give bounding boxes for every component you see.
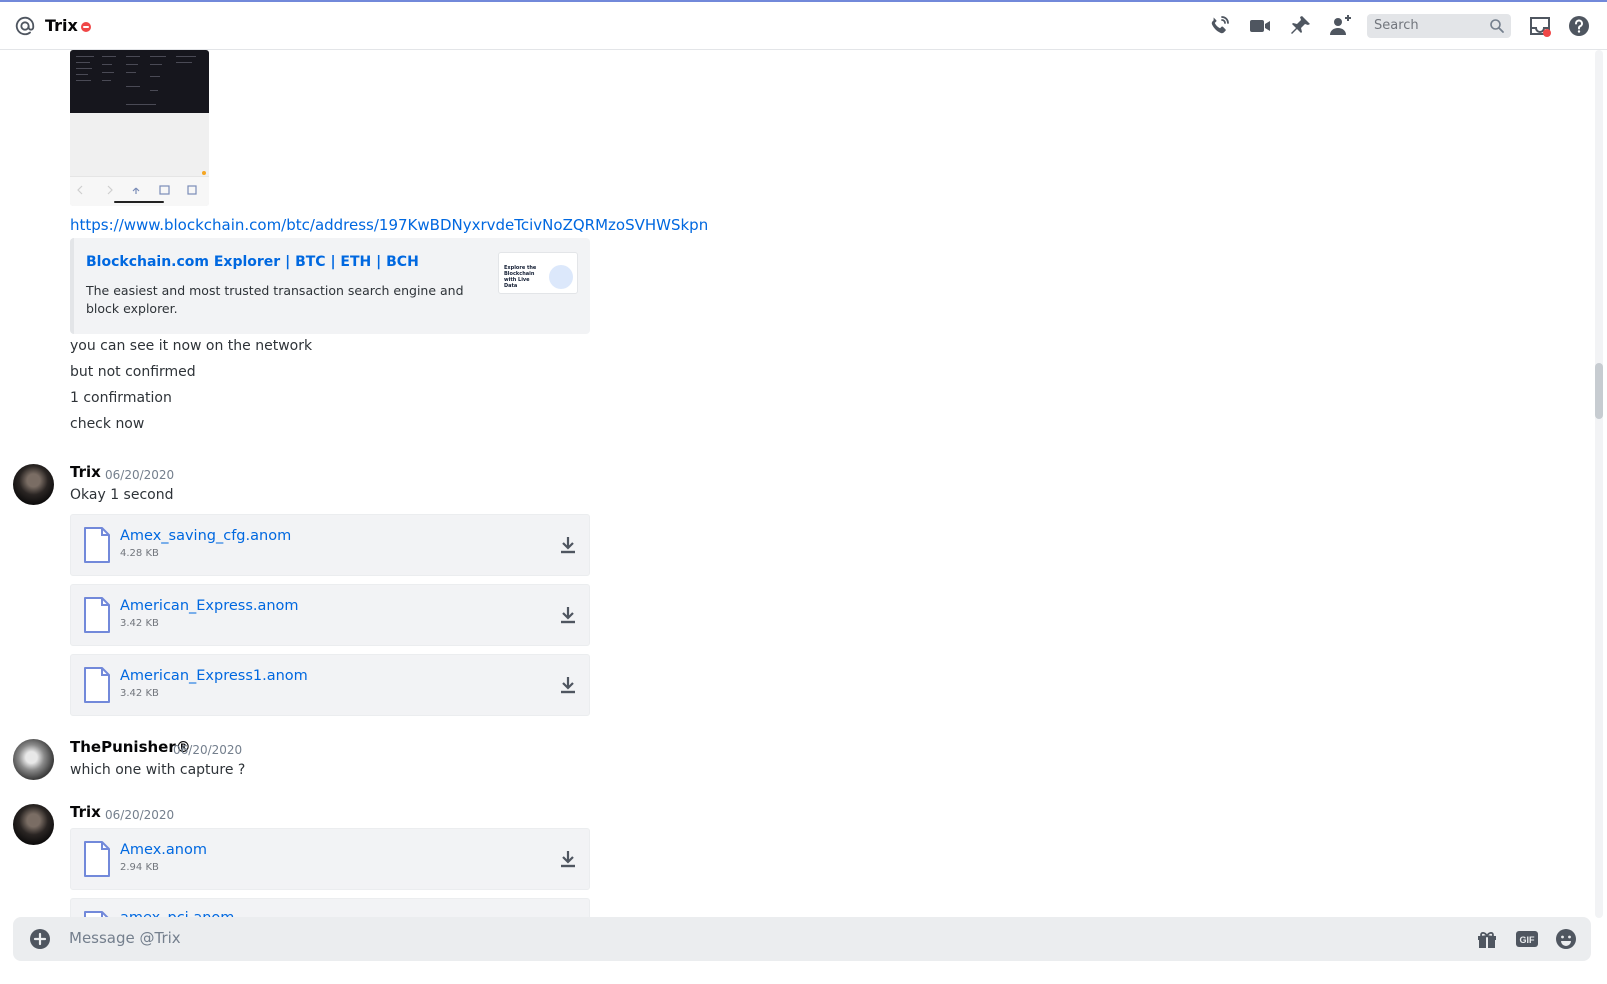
file-name-link[interactable]: American_Express1.anom [120,668,308,684]
blockchain-link[interactable]: https://www.blockchain.com/btc/address/1… [70,216,708,234]
message-text: 1 confirmation [70,390,172,406]
add-friend-icon[interactable] [1328,14,1352,38]
file-name-link[interactable]: American_Express.anom [120,598,299,614]
file-size: 2.94 KB [120,862,159,873]
emoji-icon[interactable] [1554,927,1578,951]
file-icon [84,527,110,563]
file-attachment-partial: amex_pci.anom [70,898,590,918]
embed-thumbnail[interactable]: Explore the Blockchain with Live Data [498,252,578,294]
message-text: which one with capture ? [70,762,246,778]
help-icon[interactable] [1567,14,1591,38]
message-composer[interactable]: Message @Trix GIF [13,917,1591,961]
link-embed: Blockchain.com Explorer | BTC | ETH | BC… [70,238,590,334]
scrollbar-track[interactable] [1595,50,1603,918]
username-trix[interactable]: Trix [70,463,101,481]
download-icon[interactable] [559,605,577,625]
message-list[interactable]: https://www.blockchain.com/btc/address/1… [0,50,1595,918]
at-sign-icon [15,16,35,36]
file-size: 3.42 KB [120,688,159,699]
gif-label: GIF [1520,935,1536,945]
message-text: you can see it now on the network [70,338,313,354]
file-attachment: American_Express1.anom 3.42 KB [70,654,590,716]
channel-title: Trix [45,16,78,35]
message-timestamp: 06/20/2020 [105,468,175,482]
username-trix[interactable]: Trix [70,803,101,821]
file-icon [84,667,110,703]
file-attachment: Amex.anom 2.94 KB [70,828,590,890]
voice-call-icon[interactable] [1207,14,1231,38]
download-icon[interactable] [559,675,577,695]
file-attachment: American_Express.anom 3.42 KB [70,584,590,646]
pin-icon[interactable] [1288,14,1312,38]
search-input[interactable]: Search [1367,14,1511,38]
gif-icon[interactable]: GIF [1515,927,1539,951]
embed-thumbnail-graphic [549,265,573,289]
message-text: but not confirmed [70,364,196,380]
file-name-link[interactable]: Amex.anom [120,842,207,858]
scrollbar-thumb[interactable] [1595,363,1603,419]
avatar-trix[interactable] [13,804,54,845]
message-timestamp: 06/20/2020 [105,808,175,822]
image-dot [202,171,206,175]
embed-description: The easiest and most trusted transaction… [86,283,464,316]
message-timestamp: 06/20/2020 [173,743,243,757]
embed-thumbnail-text: Explore the Blockchain with Live Data [504,265,537,289]
search-placeholder: Search [1374,18,1419,33]
avatar-thepunisher[interactable] [13,739,54,780]
image-attachment[interactable] [70,50,209,206]
message-text: check now [70,416,145,432]
message-text: Okay 1 second [70,487,174,503]
channel-header: Trix Search [0,2,1607,50]
search-icon [1490,19,1504,33]
message-input[interactable]: Message @Trix [69,929,181,947]
file-attachment: Amex_saving_cfg.anom 4.28 KB [70,514,590,576]
dnd-status-icon [81,22,91,32]
inbox-icon[interactable] [1528,14,1552,38]
browser-nav-icons [77,185,197,195]
image-dark-region [70,50,209,113]
image-home-indicator [114,201,164,203]
gift-icon[interactable] [1475,927,1499,951]
embed-title[interactable]: Blockchain.com Explorer | BTC | ETH | BC… [86,254,419,270]
file-size: 3.42 KB [120,618,159,629]
file-icon [84,841,110,877]
video-call-icon[interactable] [1248,14,1272,38]
add-attachment-icon[interactable] [29,928,51,950]
file-icon [84,597,110,633]
file-name-link[interactable]: Amex_saving_cfg.anom [120,528,291,544]
download-icon[interactable] [559,849,577,869]
download-icon[interactable] [559,535,577,555]
avatar-trix[interactable] [13,464,54,505]
file-size: 4.28 KB [120,548,159,559]
